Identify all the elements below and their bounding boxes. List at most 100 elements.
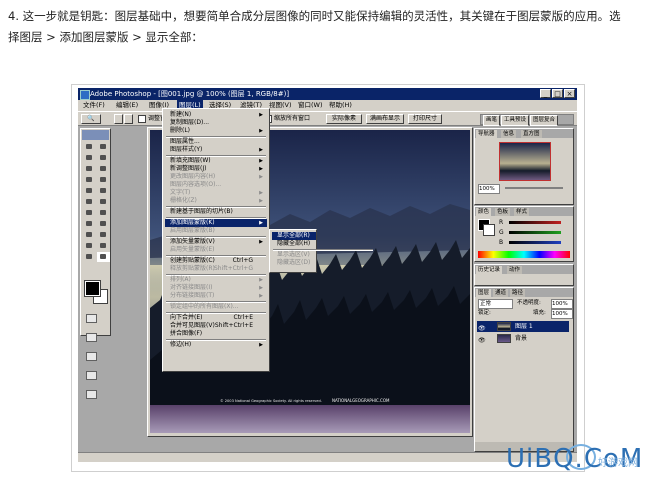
mask-submenu-item[interactable]: 显示全部(R) — [272, 232, 316, 240]
blur-tool-icon[interactable] — [83, 208, 96, 218]
zoom-out-button[interactable] — [124, 114, 133, 124]
color-slider-g-bar[interactable] — [509, 231, 561, 234]
type-tool-icon[interactable] — [97, 219, 110, 229]
palette-well-brushes[interactable]: 画笔 — [483, 115, 501, 126]
marquee-tool-icon[interactable] — [83, 142, 96, 152]
color-slider-r[interactable]: R — [499, 219, 569, 226]
eyedropper-tool-icon[interactable] — [97, 241, 110, 251]
zoom-all-option[interactable]: 缩放所有窗口 — [264, 114, 310, 124]
menu-view[interactable]: 视图(V) — [267, 100, 294, 111]
slice-tool-icon[interactable] — [97, 164, 110, 174]
path-selection-tool-icon[interactable] — [83, 219, 96, 229]
color-ramp[interactable] — [478, 251, 570, 258]
clone-stamp-tool-icon[interactable] — [83, 186, 96, 196]
tab-histogram[interactable]: 直方图 — [521, 130, 542, 138]
magic-wand-tool-icon[interactable] — [97, 153, 110, 163]
layer-menu-item[interactable]: 文字(T) ▶ — [165, 189, 267, 197]
color-bg-preview[interactable] — [483, 224, 495, 236]
pen-tool-icon[interactable] — [83, 230, 96, 240]
foreground-color-swatch[interactable] — [84, 280, 101, 297]
tab-channels[interactable]: 通道 — [493, 289, 509, 297]
layer-menu-item[interactable]: 图层样式(Y) ▶ — [165, 146, 267, 154]
layer-menu-item[interactable]: 释放剪贴蒙版(R) Shift+Ctrl+G — [165, 265, 267, 273]
layer-menu-item[interactable]: 添加图层蒙版(K) ▶ — [165, 219, 267, 227]
layer-menu-item[interactable]: 合并可见图层(V) Shift+Ctrl+E — [165, 322, 267, 330]
opacity-field[interactable]: 100% — [551, 299, 573, 309]
layer-menu-item[interactable]: 启用图层蒙版(B) — [165, 227, 267, 235]
tab-paths[interactable]: 路径 — [510, 289, 526, 297]
menu-file[interactable]: 文件(F) — [81, 100, 107, 111]
eraser-tool-icon[interactable] — [83, 197, 96, 207]
quick-mask-icon[interactable] — [86, 333, 97, 342]
visibility-eye-icon[interactable]: 👁 — [478, 335, 486, 344]
color-slider-r-bar[interactable] — [509, 221, 561, 224]
brush-tool-icon[interactable] — [97, 175, 110, 185]
layer-menu-item[interactable]: 新建基于图层的切片(B) — [165, 208, 267, 216]
tab-actions[interactable]: 动作 — [507, 266, 523, 274]
visibility-eye-icon[interactable]: 👁 — [478, 323, 486, 332]
print-size-button[interactable]: 打印尺寸 — [408, 114, 442, 124]
healing-brush-tool-icon[interactable] — [83, 175, 96, 185]
layer-row-layer-1[interactable]: 👁 图层 1 — [477, 321, 569, 332]
color-slider-g[interactable]: G — [499, 229, 569, 236]
tab-layers[interactable]: 图层 — [476, 289, 492, 297]
palette-well-layer-comps[interactable]: 图层复合 — [530, 115, 559, 126]
zoom-tool-icon[interactable] — [97, 252, 110, 262]
fit-on-screen-button[interactable]: 满画布显示 — [366, 114, 404, 124]
layer-menu-item[interactable]: 复制图层(D)... — [165, 119, 267, 127]
lasso-tool-icon[interactable] — [83, 153, 96, 163]
mask-submenu-item[interactable]: 隐藏全部(H) — [272, 240, 316, 248]
color-swatches[interactable] — [84, 280, 108, 304]
layer-menu-item[interactable]: 图层内容选项(O)... — [165, 181, 267, 189]
mask-submenu-item[interactable]: 隐藏选区(D) — [272, 259, 316, 267]
tab-color[interactable]: 颜色 — [476, 208, 492, 216]
menu-edit[interactable]: 编辑(E) — [114, 100, 140, 111]
tab-history[interactable]: 历史记录 — [476, 266, 503, 274]
layer-menu-item[interactable]: 图层属性... — [165, 138, 267, 146]
layer-menu-item[interactable]: 新建(N) ▶ — [165, 111, 267, 119]
layer-menu-item[interactable]: 删除(L) ▶ — [165, 127, 267, 135]
layer-menu-item[interactable]: 排列(A) ▶ — [165, 276, 267, 284]
shape-tool-icon[interactable] — [97, 230, 110, 240]
layer-menu-item[interactable]: 分布链接图层(T) ▶ — [165, 292, 267, 300]
hand-tool-icon[interactable] — [83, 252, 96, 262]
crop-tool-icon[interactable] — [83, 164, 96, 174]
history-brush-tool-icon[interactable] — [97, 186, 110, 196]
resize-windows-checkbox[interactable] — [138, 114, 146, 123]
menu-window[interactable]: 窗口(W) — [296, 100, 325, 111]
layer-row-background[interactable]: 👁 背景 — [477, 333, 569, 344]
standard-mode-icon[interactable] — [86, 314, 97, 323]
screen-mode-full-icon[interactable] — [86, 371, 97, 380]
jump-to-imageready-icon[interactable] — [86, 390, 97, 399]
palette-well-tool-presets[interactable]: 工具预设 — [501, 115, 530, 126]
color-slider-b[interactable]: B — [499, 239, 569, 246]
mask-submenu-item[interactable]: 显示选区(V) — [272, 251, 316, 259]
screen-mode-standard-icon[interactable] — [86, 352, 97, 361]
move-tool-icon[interactable] — [97, 142, 110, 152]
menu-help[interactable]: 帮助(H) — [327, 100, 354, 111]
navigator-zoom-field[interactable]: 100% — [478, 184, 500, 194]
navigator-preview[interactable] — [499, 142, 551, 181]
layer-menu-item[interactable]: 更改图层内容(H) ▶ — [165, 173, 267, 181]
layer-menu-item[interactable]: 新填充图层(W) ▶ — [165, 157, 267, 165]
layer-menu-item[interactable]: 栅格化(Z) ▶ — [165, 197, 267, 205]
layer-menu-item[interactable]: 添加矢量蒙版(V) ▶ — [165, 238, 267, 246]
layer-menu-item[interactable]: 对齐链接图层(I) ▶ — [165, 284, 267, 292]
actual-pixels-button[interactable]: 实际像素 — [326, 114, 362, 124]
gradient-tool-icon[interactable] — [97, 197, 110, 207]
navigator-zoom-slider[interactable] — [505, 187, 563, 189]
zoom-in-button[interactable] — [114, 114, 123, 124]
tab-navigator[interactable]: 导航器 — [476, 130, 497, 138]
layer-menu-item[interactable]: 向下合并(E) Ctrl+E — [165, 314, 267, 322]
layer-menu-item[interactable]: 拼合图像(F) — [165, 330, 267, 338]
color-slider-b-bar[interactable] — [509, 241, 561, 244]
tab-styles[interactable]: 样式 — [514, 208, 530, 216]
layer-menu-item[interactable]: 启用矢量蒙版(E) — [165, 246, 267, 254]
layer-menu-item[interactable]: 修边(H) ▶ — [165, 341, 267, 349]
layer-menu-item[interactable]: 创建剪贴蒙版(C) Ctrl+G — [165, 257, 267, 265]
dodge-tool-icon[interactable] — [97, 208, 110, 218]
layer-menu-item[interactable]: 锁定组中的所有图层(X)... — [165, 303, 267, 311]
layer-menu-item[interactable]: 新调整图层(J) ▶ — [165, 165, 267, 173]
notes-tool-icon[interactable] — [83, 241, 96, 251]
blend-mode-select[interactable]: 正常 — [478, 299, 513, 309]
